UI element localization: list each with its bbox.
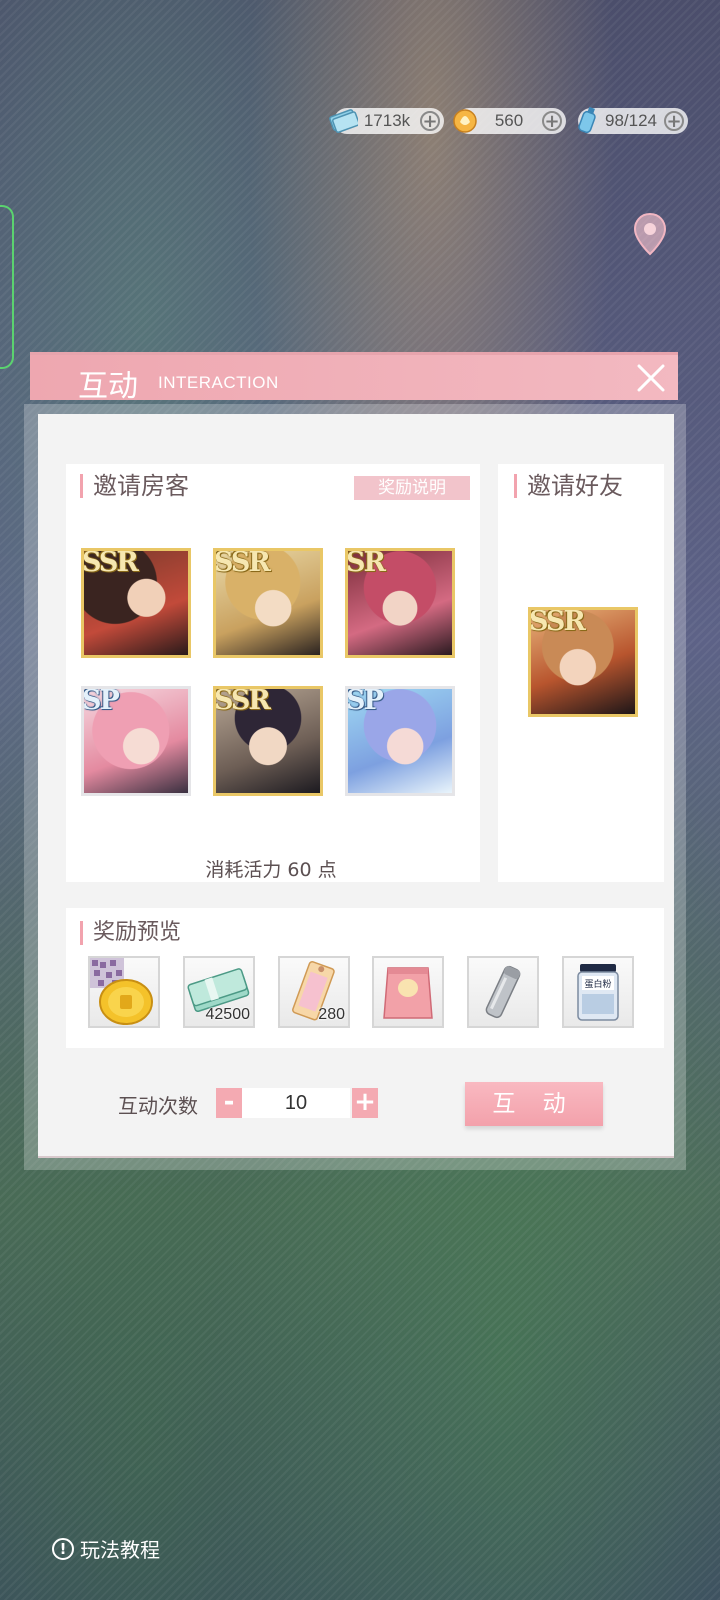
- rarity-badge: SSR: [529, 607, 586, 637]
- guest-portrait[interactable]: SP: [81, 686, 191, 796]
- rarity-badge: SP: [346, 686, 384, 716]
- reward-preview-title: 奖励预览: [80, 921, 181, 945]
- dialog-header: 互动 INTERACTION: [30, 352, 678, 404]
- guest-portrait[interactable]: SP: [345, 686, 455, 796]
- tutorial-label: 玩法教程: [80, 1538, 160, 1562]
- cat-food-bag-icon: [383, 967, 433, 1019]
- rarity-badge: SR: [346, 548, 386, 578]
- interaction-count-label: 互动次数: [118, 1094, 198, 1118]
- dialog-subtitle: INTERACTION: [158, 373, 279, 392]
- info-icon: !: [52, 1537, 74, 1560]
- guest-portrait[interactable]: SSR: [213, 548, 323, 658]
- close-icon[interactable]: [634, 361, 668, 395]
- tutorial-link[interactable]: ! 玩法教程: [52, 1534, 160, 1563]
- rarity-badge: SSR: [214, 548, 271, 578]
- protein-powder-jar-icon: 蛋白粉: [577, 964, 619, 1021]
- guest-portrait[interactable]: SR: [345, 548, 455, 658]
- currency-cash: 1713k +: [329, 108, 444, 134]
- guest-portrait[interactable]: SSR: [213, 686, 323, 796]
- add-stamina-button[interactable]: +: [664, 111, 684, 131]
- rarity-badge: SSR: [214, 686, 271, 716]
- reward-info-button[interactable]: 奖励说明: [354, 476, 470, 500]
- decrease-count-button[interactable]: -: [216, 1088, 242, 1118]
- reward-item[interactable]: 42500: [183, 956, 255, 1028]
- reward-item[interactable]: [88, 956, 160, 1028]
- item-quantity: 42500: [205, 1006, 251, 1023]
- item-quantity: 280: [318, 1006, 345, 1023]
- friend-portrait[interactable]: SSR: [528, 607, 638, 717]
- currency-stamina: 98/124 +: [578, 106, 688, 134]
- currency-gem: 560 +: [453, 108, 566, 134]
- jar-label: 蛋白粉: [584, 978, 611, 990]
- reward-item[interactable]: 280: [278, 956, 350, 1028]
- thermos-bottle-icon: [485, 965, 521, 1019]
- invite-guests-title: 邀请房客: [80, 474, 189, 498]
- energy-cost-text: 消耗活力 60 点: [205, 859, 337, 881]
- add-gem-button[interactable]: +: [542, 111, 562, 131]
- map-pin-icon[interactable]: [632, 212, 668, 258]
- gold-coin-icon: [90, 958, 153, 1025]
- increase-count-button[interactable]: +: [352, 1088, 378, 1118]
- rarity-badge: SP: [82, 686, 120, 716]
- side-tab[interactable]: [0, 205, 14, 369]
- guest-portrait[interactable]: SSR: [81, 548, 191, 658]
- dialog-title: 互动: [78, 369, 138, 404]
- cash-icon: [329, 109, 358, 134]
- stamina-bottle-icon: [578, 106, 596, 134]
- reward-item[interactable]: [372, 956, 444, 1028]
- gem-icon: [453, 109, 477, 133]
- invite-friends-title: 邀请好友: [514, 474, 623, 498]
- invite-guests-card: [66, 464, 480, 882]
- interact-button[interactable]: 互 动: [465, 1082, 603, 1126]
- reward-item[interactable]: [467, 956, 539, 1028]
- interaction-count-value[interactable]: 10: [242, 1088, 350, 1118]
- add-cash-button[interactable]: +: [420, 111, 440, 131]
- reward-item[interactable]: 蛋白粉: [562, 956, 634, 1028]
- rarity-badge: SSR: [82, 548, 139, 578]
